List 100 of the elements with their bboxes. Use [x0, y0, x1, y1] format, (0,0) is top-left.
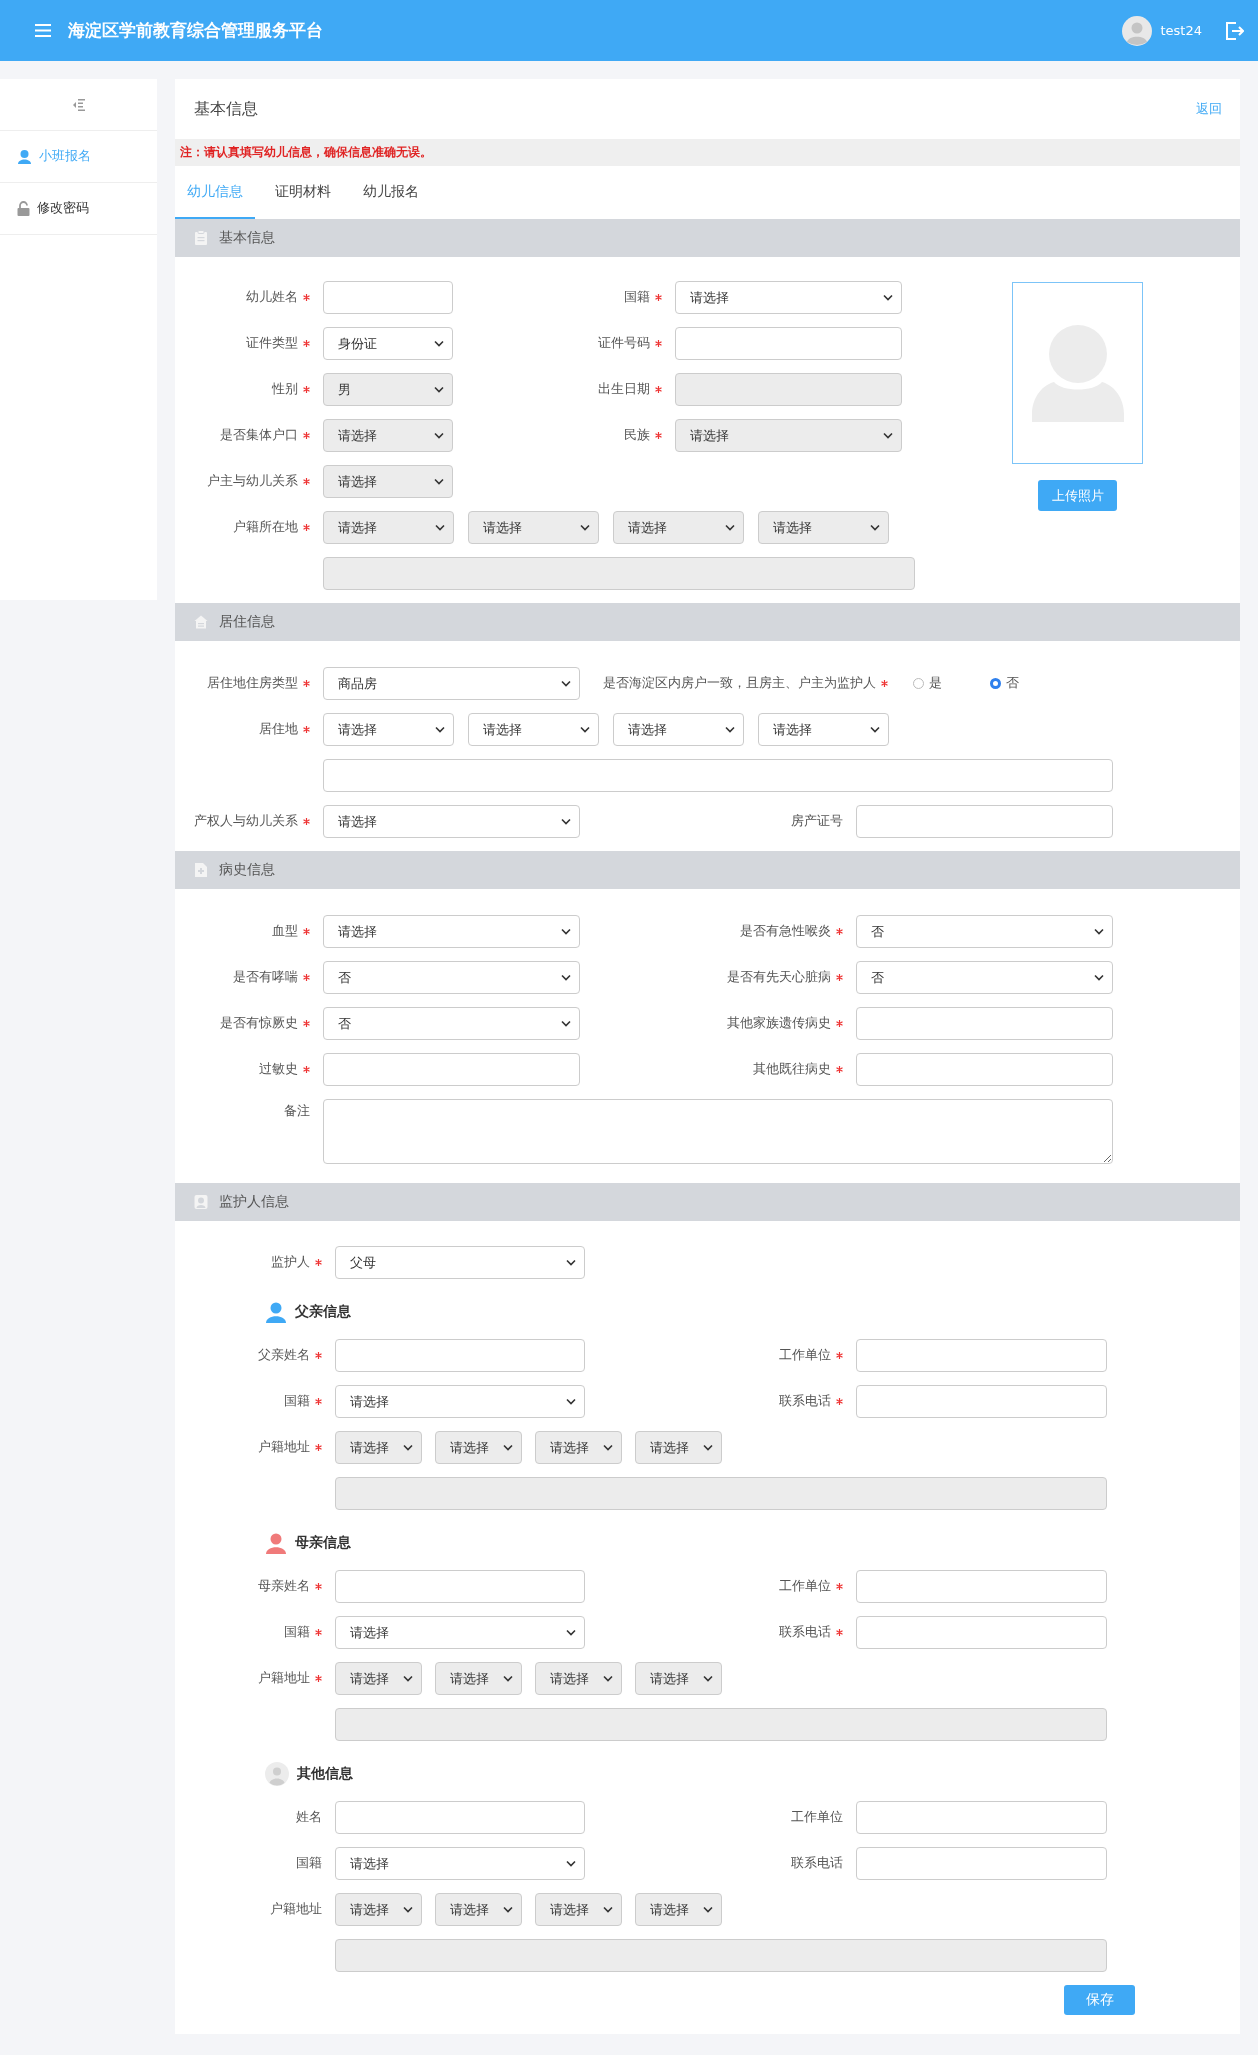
input-field[interactable] — [856, 805, 1113, 838]
chevron-down-icon — [403, 1675, 413, 1682]
field-label: 国籍 — [296, 1855, 322, 1872]
sidebar-item[interactable]: 修改密码 — [0, 183, 157, 235]
chevron-down-icon — [870, 726, 880, 733]
field-label: 户主与幼儿关系 — [207, 473, 298, 490]
select-field[interactable]: 请选择 — [335, 1385, 585, 1418]
select-field[interactable]: 请选择 — [468, 713, 599, 746]
field-label: 国籍 — [284, 1624, 310, 1641]
app-title: 海淀区学前教育综合管理服务平台 — [68, 19, 323, 42]
field-label: 民族 — [624, 427, 650, 444]
field-label: 联系电话 — [791, 1855, 843, 1872]
chevron-down-icon — [580, 726, 590, 733]
avatar-icon[interactable] — [1122, 15, 1153, 46]
section-title: 监护人信息 — [219, 1193, 289, 1211]
menu-icon[interactable] — [35, 24, 51, 37]
input-field[interactable] — [335, 1570, 585, 1603]
field-label: 工作单位 — [779, 1578, 831, 1595]
section-title: 居住信息 — [219, 613, 275, 631]
field-label: 父亲姓名 — [258, 1347, 310, 1364]
chevron-down-icon — [1094, 928, 1104, 935]
page-title: 基本信息 — [194, 98, 258, 120]
field-label: 性别 — [272, 381, 298, 398]
select-field[interactable]: 请选择 — [323, 915, 580, 948]
input-field[interactable] — [856, 1570, 1107, 1603]
select-field[interactable]: 否 — [323, 1007, 580, 1040]
subsection-title: 父亲信息 — [295, 1303, 351, 1321]
chevron-down-icon — [603, 1906, 613, 1913]
input-field[interactable] — [856, 1385, 1107, 1418]
field-label: 监护人 — [271, 1254, 310, 1271]
select-field[interactable]: 请选择 — [675, 281, 902, 314]
field-label: 幼儿姓名 — [246, 289, 298, 306]
input-field[interactable] — [323, 1053, 580, 1086]
field-label: 其他家族遗传病史 — [727, 1015, 831, 1032]
radio-label[interactable]: 是 — [929, 675, 942, 692]
chevron-down-icon — [566, 1860, 576, 1867]
chevron-down-icon — [434, 432, 444, 439]
field-label: 是否集体户口 — [220, 427, 298, 444]
collapse-icon[interactable] — [72, 98, 85, 111]
select-field[interactable]: 请选择 — [335, 1847, 585, 1880]
chevron-down-icon — [883, 432, 893, 439]
avatar-icon — [265, 1762, 289, 1786]
radio-label[interactable]: 否 — [1006, 675, 1019, 692]
input-field[interactable] — [335, 1339, 585, 1372]
input-field[interactable] — [856, 1053, 1113, 1086]
field-label: 母亲姓名 — [258, 1578, 310, 1595]
select-field[interactable]: 否 — [856, 915, 1113, 948]
radio-button[interactable] — [990, 678, 1001, 689]
field-label: 是否海淀区内房户一致，且房主、户主为监护人 — [603, 675, 876, 692]
chevron-down-icon — [434, 386, 444, 393]
select-field[interactable]: 商品房 — [323, 667, 580, 700]
radio-button[interactable] — [913, 678, 924, 689]
select-field[interactable]: 请选择 — [323, 805, 580, 838]
field-label: 出生日期 — [598, 381, 650, 398]
select-field[interactable]: 请选择 — [335, 1616, 585, 1649]
chevron-down-icon — [703, 1906, 713, 1913]
input-field[interactable] — [323, 759, 1113, 792]
field-label: 产权人与幼儿关系 — [194, 813, 298, 830]
logout-icon[interactable] — [1224, 20, 1244, 41]
chevron-down-icon — [725, 524, 735, 531]
field-label: 血型 — [272, 923, 298, 940]
input-field[interactable] — [856, 1616, 1107, 1649]
select-field[interactable]: 身份证 — [323, 327, 453, 360]
input-field[interactable] — [856, 1007, 1113, 1040]
input-field[interactable] — [856, 1847, 1107, 1880]
select-field[interactable]: 请选择 — [613, 713, 744, 746]
field-label: 居住地住房类型 — [207, 675, 298, 692]
chevron-down-icon — [435, 524, 445, 531]
field-label: 联系电话 — [779, 1393, 831, 1410]
field-label: 其他既往病史 — [753, 1061, 831, 1078]
field-label: 联系电话 — [779, 1624, 831, 1641]
select-field[interactable]: 父母 — [335, 1246, 585, 1279]
chevron-down-icon — [561, 928, 571, 935]
input-field[interactable] — [335, 1801, 585, 1834]
select-field[interactable]: 否 — [856, 961, 1113, 994]
field-label: 户籍地址 — [258, 1439, 310, 1456]
field-label: 房产证号 — [791, 813, 843, 830]
section-title: 病史信息 — [219, 861, 275, 879]
tab[interactable]: 证明材料 — [263, 166, 343, 219]
input-field[interactable] — [856, 1801, 1107, 1834]
chevron-down-icon — [561, 680, 571, 687]
select-field[interactable]: 否 — [323, 961, 580, 994]
field-label: 工作单位 — [779, 1347, 831, 1364]
select-field[interactable]: 请选择 — [758, 713, 889, 746]
house-icon — [194, 614, 208, 630]
person-icon — [17, 149, 32, 164]
tab[interactable]: 幼儿报名 — [351, 166, 431, 219]
field-label: 备注 — [284, 1103, 310, 1120]
field-label: 户籍所在地 — [233, 519, 298, 536]
chevron-down-icon — [403, 1444, 413, 1451]
chevron-down-icon — [870, 524, 880, 531]
chevron-down-icon — [434, 340, 444, 347]
input-field[interactable] — [675, 327, 902, 360]
input-field[interactable] — [323, 281, 453, 314]
field-label: 居住地 — [259, 721, 298, 738]
field-label: 是否有先天心脏病 — [727, 969, 831, 986]
input-field[interactable] — [856, 1339, 1107, 1372]
select-field[interactable]: 请选择 — [323, 713, 454, 746]
subsection-title: 其他信息 — [297, 1765, 353, 1783]
remarks-field[interactable] — [323, 1099, 1113, 1164]
